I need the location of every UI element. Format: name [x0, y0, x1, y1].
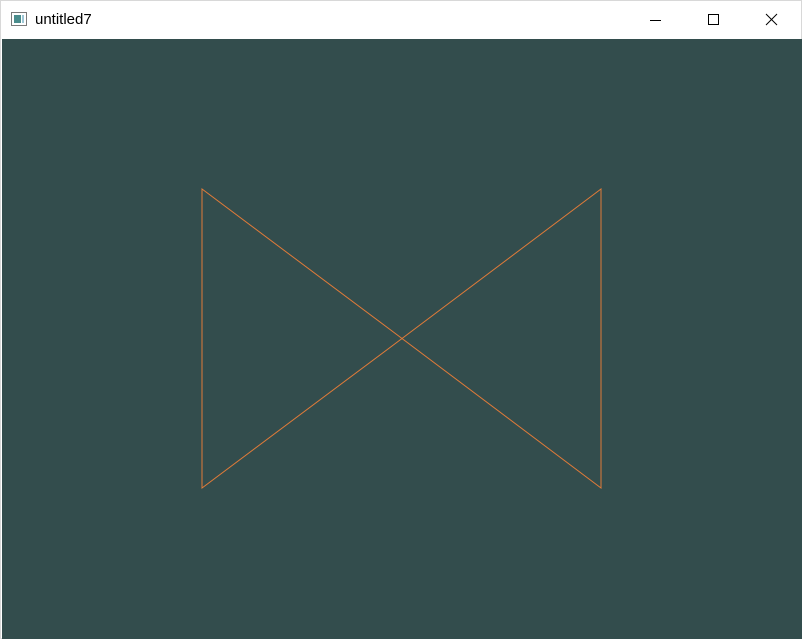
left-triangle	[201, 188, 403, 489]
render-canvas[interactable]	[2, 39, 802, 639]
minimize-icon	[650, 20, 661, 21]
app-icon[interactable]	[11, 12, 27, 26]
window-title: untitled7	[35, 11, 92, 28]
app-window: untitled7	[0, 0, 802, 639]
minimize-button[interactable]	[627, 1, 685, 39]
maximize-icon	[708, 14, 719, 25]
close-icon	[765, 13, 778, 26]
right-triangle	[401, 187, 602, 490]
close-button[interactable]	[743, 1, 801, 39]
maximize-button[interactable]	[685, 1, 743, 39]
bowtie-drawing	[201, 187, 602, 490]
title-bar[interactable]: untitled7	[1, 1, 801, 39]
